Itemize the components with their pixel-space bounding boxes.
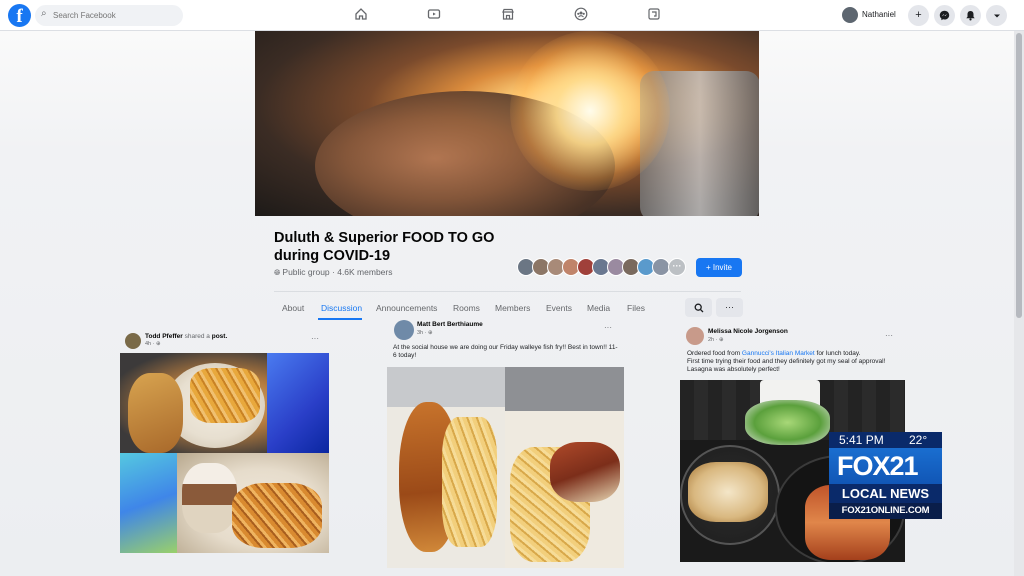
group-search-icon[interactable]: [685, 298, 712, 317]
messenger-icon[interactable]: [934, 5, 955, 26]
post-photo[interactable]: [387, 367, 624, 568]
scrollbar-thumb[interactable]: [1016, 33, 1022, 318]
groups-icon[interactable]: [573, 7, 589, 23]
photo-colorful-panel: [120, 453, 177, 553]
post-action: shared a: [184, 333, 210, 340]
page-scrollbar[interactable]: [1014, 31, 1024, 576]
broadcast-temperature: 22°: [909, 433, 928, 447]
group-cover-photo[interactable]: [255, 31, 759, 216]
post-photo[interactable]: [120, 353, 329, 553]
gaming-icon[interactable]: [646, 7, 662, 23]
post-menu-icon[interactable]: ···: [885, 331, 893, 340]
search-input[interactable]: [53, 8, 177, 23]
invite-button[interactable]: + Invite: [696, 258, 742, 277]
group-privacy-members: Public group · 4.6K members: [282, 267, 393, 277]
post-timestamp[interactable]: 3h · ⊕: [417, 330, 433, 336]
photo-blue-panel: [267, 353, 329, 453]
facebook-logo-icon[interactable]: f: [8, 4, 31, 27]
post-menu-icon[interactable]: ···: [604, 323, 612, 332]
globe-icon: 🌐︎: [274, 268, 281, 277]
tab-files[interactable]: Files: [627, 303, 645, 313]
shared-post-link[interactable]: post.: [212, 333, 228, 340]
photo-bread: [688, 462, 768, 522]
avatar: [842, 7, 858, 23]
chevron-down-icon[interactable]: [986, 5, 1007, 26]
photo-salad: [745, 400, 830, 445]
post-text-part: Lasagna was absolutely perfect!: [687, 366, 780, 373]
post-author[interactable]: Todd Pfeffer: [145, 333, 183, 340]
tab-media[interactable]: Media: [587, 303, 610, 313]
group-meta: 🌐︎ Public group · 4.6K members: [274, 267, 392, 278]
station-url: FOX21ONLINE.COM: [829, 503, 942, 519]
more-members-icon[interactable]: ···: [668, 258, 686, 276]
station-tagline: LOCAL NEWS: [829, 484, 942, 503]
post-text-part: Ordered food from: [687, 350, 742, 357]
broadcast-time: 5:41 PM: [839, 433, 884, 447]
marketplace-icon[interactable]: [500, 7, 516, 23]
search-icon: ⌕: [41, 8, 47, 19]
tagged-page-link[interactable]: Gannucci's Italian Market: [742, 350, 815, 357]
photo-walleye-fillet: [387, 367, 505, 568]
plus-icon[interactable]: +: [908, 5, 929, 26]
more-options-icon[interactable]: ···: [716, 298, 743, 317]
header-divider: [274, 291, 741, 292]
avatar[interactable]: [686, 327, 704, 345]
cover-flame: [510, 31, 670, 191]
tab-announcements[interactable]: Announcements: [376, 303, 437, 313]
tab-discussion[interactable]: Discussion: [321, 303, 362, 313]
tab-about[interactable]: About: [282, 303, 304, 313]
post-timestamp[interactable]: 4h · ⊕: [145, 341, 161, 347]
watch-icon[interactable]: [426, 7, 442, 23]
post-text-part: for lunch today.: [814, 350, 861, 357]
avatar[interactable]: [125, 333, 141, 349]
search-box[interactable]: ⌕: [35, 5, 183, 26]
tab-rooms[interactable]: Rooms: [453, 303, 480, 313]
station-name: FOX21: [837, 451, 919, 481]
tab-events[interactable]: Events: [546, 303, 572, 313]
post-text-part: First time trying their food and they de…: [687, 358, 886, 365]
notifications-icon[interactable]: [960, 5, 981, 26]
photo-fish-and-fries: [120, 353, 267, 453]
post-timestamp[interactable]: 2h · ⊕: [708, 337, 724, 343]
home-icon[interactable]: [353, 7, 369, 23]
tv-station-overlay: 5:41 PM 22° FOX21 LOCAL NEWS FOX21ONLINE…: [829, 432, 942, 519]
post-author[interactable]: Melissa Nicole Jorgenson: [708, 328, 788, 335]
post-menu-icon[interactable]: ···: [311, 334, 319, 343]
profile-name: Nathaniel: [862, 10, 896, 19]
post-text: Ordered food from Gannucci's Italian Mar…: [687, 350, 927, 374]
post-author-line: Todd Pfeffer shared a post.: [145, 333, 227, 340]
post-text: At the social house we are doing our Fri…: [393, 344, 618, 359]
group-title[interactable]: Duluth & Superior FOOD TO GO during COVI…: [274, 229, 524, 265]
photo-burger-and-fries: [177, 453, 329, 553]
tab-members[interactable]: Members: [495, 303, 530, 313]
top-navigation-bar: f ⌕ Nathaniel +: [0, 0, 1024, 31]
post-author[interactable]: Matt Bert Berthiaume: [417, 321, 483, 328]
station-logo: FOX21 LOCAL NEWS: [829, 448, 942, 503]
time-temperature-bar: 5:41 PM 22°: [829, 432, 942, 448]
photo-tacos-and-fries: [505, 367, 624, 568]
active-tab-indicator: [318, 318, 362, 320]
avatar[interactable]: [394, 320, 414, 340]
